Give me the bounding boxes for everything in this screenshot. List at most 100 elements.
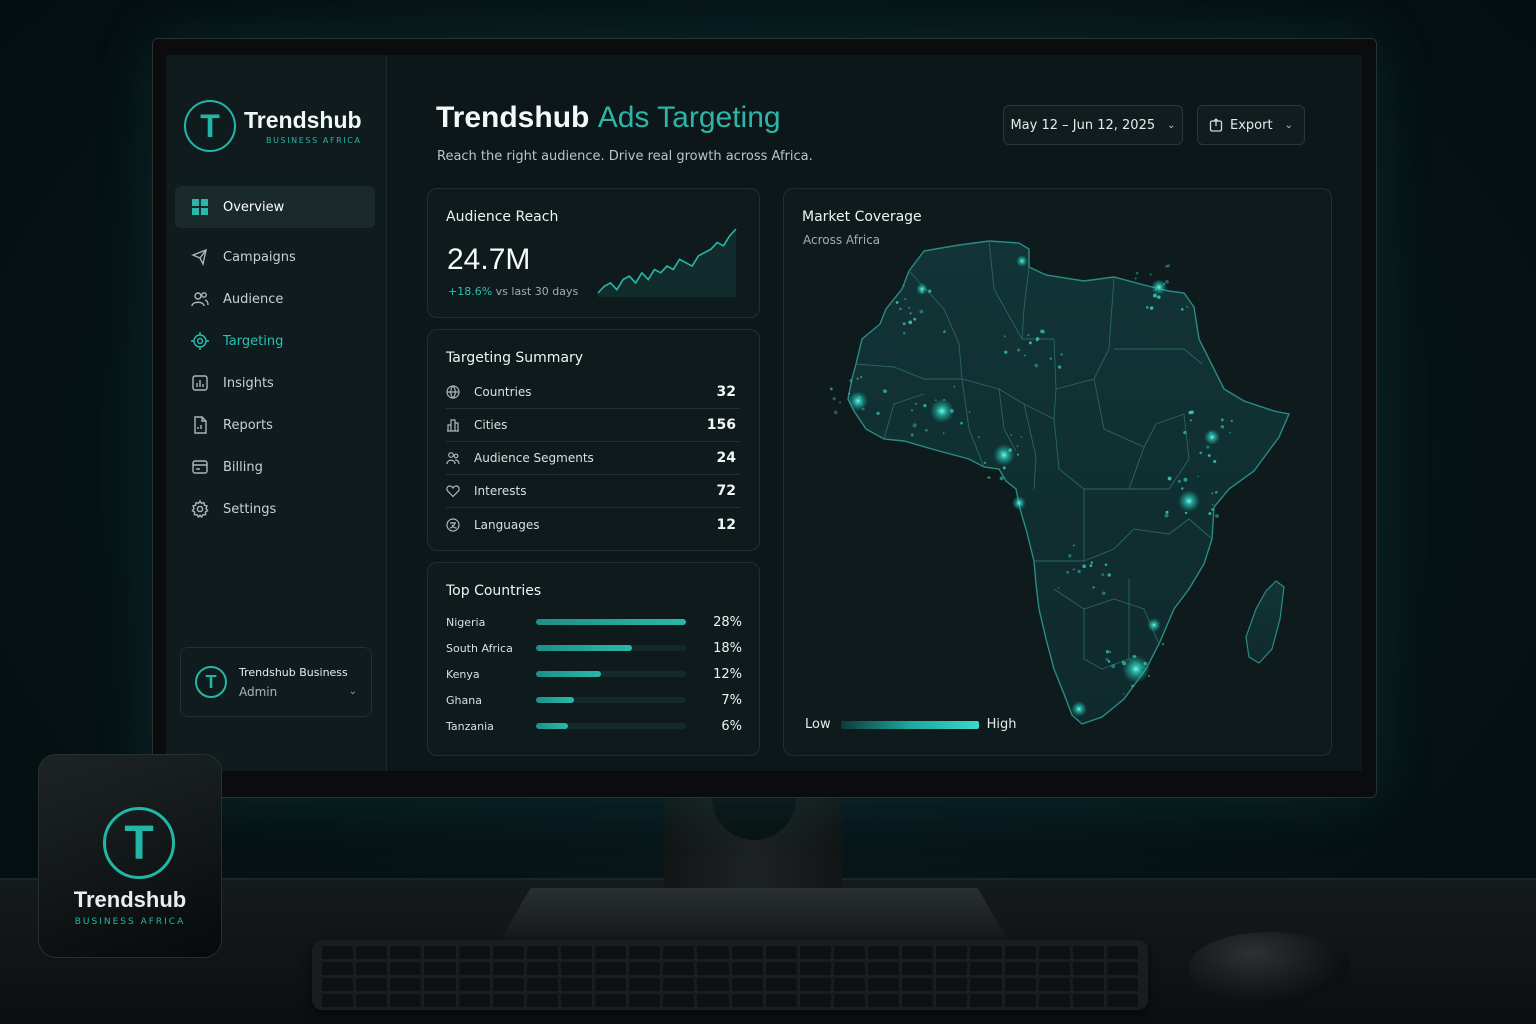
city-light xyxy=(1214,490,1218,494)
audience-reach-card: Audience Reach 24.7M +18.6% vs last 30 d… xyxy=(427,188,760,318)
document-icon xyxy=(191,416,209,434)
city-light xyxy=(1105,657,1109,662)
city-light xyxy=(913,317,917,321)
city-light xyxy=(1164,513,1169,518)
keyboard-key xyxy=(1004,946,1036,959)
keyboard-key xyxy=(629,994,661,1007)
city-light xyxy=(1109,651,1112,653)
country-bar-fill xyxy=(536,723,568,729)
keyboard-key xyxy=(731,962,763,975)
keyboard-key xyxy=(1038,978,1070,991)
keyboard-key xyxy=(526,962,558,975)
box-brand-tagline: BUSINESS AFRICA xyxy=(74,917,186,927)
reach-sparkline xyxy=(597,228,737,297)
keyboard-key xyxy=(868,978,900,991)
city-light xyxy=(1049,357,1052,360)
country-bar-track xyxy=(536,619,686,625)
city-light xyxy=(1102,591,1106,595)
sidebar-item-targeting[interactable]: Targeting xyxy=(175,320,375,362)
summary-row-segments: Audience Segments 24 xyxy=(446,442,740,475)
export-button[interactable]: Export ⌄ xyxy=(1197,105,1305,145)
keyboard-key xyxy=(356,946,388,959)
city-light xyxy=(914,402,917,405)
keyboard-key xyxy=(356,978,388,991)
city-light xyxy=(1004,350,1008,354)
keyboard-key xyxy=(595,978,627,991)
sidebar-item-billing[interactable]: Billing xyxy=(175,446,375,488)
sidebar-item-audience[interactable]: Audience xyxy=(175,278,375,320)
keyboard-key xyxy=(629,946,661,959)
reach-delta-suffix: vs last 30 days xyxy=(495,285,579,298)
date-range-picker[interactable]: May 12 – Jun 12, 2025 ⌄ xyxy=(1003,105,1183,145)
city-light xyxy=(908,306,911,309)
city-light xyxy=(1020,435,1023,438)
market-coverage-card: Market Coverage Across Africa Low High xyxy=(783,188,1332,756)
keyboard-key xyxy=(1106,978,1138,991)
sidebar-item-campaigns[interactable]: Campaigns xyxy=(175,236,375,278)
keyboard-key xyxy=(833,994,865,1007)
city-light xyxy=(1165,265,1168,268)
city-light xyxy=(928,289,932,293)
account-switcher[interactable]: T Trendshub Business Admin ⌄ xyxy=(180,647,372,717)
city-light xyxy=(960,421,963,425)
keyboard-key xyxy=(356,962,388,975)
city-light xyxy=(1003,335,1006,338)
brand-tagline: BUSINESS AFRICA xyxy=(265,136,362,145)
country-bar-fill xyxy=(536,671,601,677)
keyboard-key xyxy=(1004,978,1036,991)
brand-logo[interactable]: T Trendshub BUSINESS AFRICA xyxy=(184,100,362,152)
africa-continent xyxy=(847,240,1290,725)
city-light xyxy=(1189,419,1193,422)
country-percent: 18% xyxy=(713,640,742,656)
city-light xyxy=(1220,418,1224,422)
summary-row-countries: Countries 32 xyxy=(446,376,740,409)
sidebar-item-label: Billing xyxy=(223,459,263,475)
city-light xyxy=(1111,664,1116,669)
keyboard-key xyxy=(390,946,422,959)
city-light xyxy=(1010,434,1013,436)
keyboard-key xyxy=(902,946,934,959)
title-accent: Ads Targeting xyxy=(597,101,781,134)
keyboard-key xyxy=(526,994,558,1007)
sidebar-item-insights[interactable]: Insights xyxy=(175,362,375,404)
keyboard-key xyxy=(936,994,968,1007)
keyboard-key xyxy=(1106,994,1138,1007)
country-percent: 7% xyxy=(721,692,742,708)
keyboard-key xyxy=(697,978,729,991)
city-light xyxy=(1107,573,1111,577)
city-light xyxy=(1135,271,1139,275)
keyboard-key xyxy=(663,978,695,991)
keyboard-key xyxy=(424,946,456,959)
card-title: Audience Reach xyxy=(446,209,559,225)
targeting-summary-card: Targeting Summary Countries 32 Cities 15… xyxy=(427,329,760,551)
keyboard-key xyxy=(595,994,627,1007)
keyboard-key xyxy=(322,946,354,959)
sidebar-item-overview[interactable]: Overview xyxy=(175,186,375,228)
africa-map[interactable] xyxy=(784,189,1333,757)
keyboard-key xyxy=(1072,994,1104,1007)
keyboard-key xyxy=(799,978,831,991)
city-light xyxy=(1090,561,1093,564)
keyboard-key xyxy=(424,978,456,991)
megaphone-icon xyxy=(191,248,209,266)
city-light xyxy=(895,301,899,304)
account-role: Admin xyxy=(239,684,278,699)
city-light xyxy=(1165,510,1169,514)
city-light xyxy=(1017,348,1021,352)
top-countries-card: Top Countries Nigeria 28% South Africa 18% K… xyxy=(427,562,760,756)
language-icon xyxy=(446,517,464,532)
keyboard-key xyxy=(595,962,627,975)
keyboard xyxy=(312,940,1148,1010)
keyboard-key xyxy=(560,978,592,991)
city-light xyxy=(1034,363,1039,368)
mouse xyxy=(1188,932,1350,1004)
keyboard-key xyxy=(1038,962,1070,975)
keyboard-key xyxy=(560,994,592,1007)
city-light xyxy=(1183,430,1187,435)
sidebar-item-reports[interactable]: Reports xyxy=(175,404,375,446)
summary-value: 12 xyxy=(716,516,736,533)
sidebar-item-settings[interactable]: Settings xyxy=(175,488,375,530)
country-bar-track xyxy=(536,671,686,677)
city-light xyxy=(943,330,946,333)
sidebar-item-label: Settings xyxy=(223,501,277,517)
